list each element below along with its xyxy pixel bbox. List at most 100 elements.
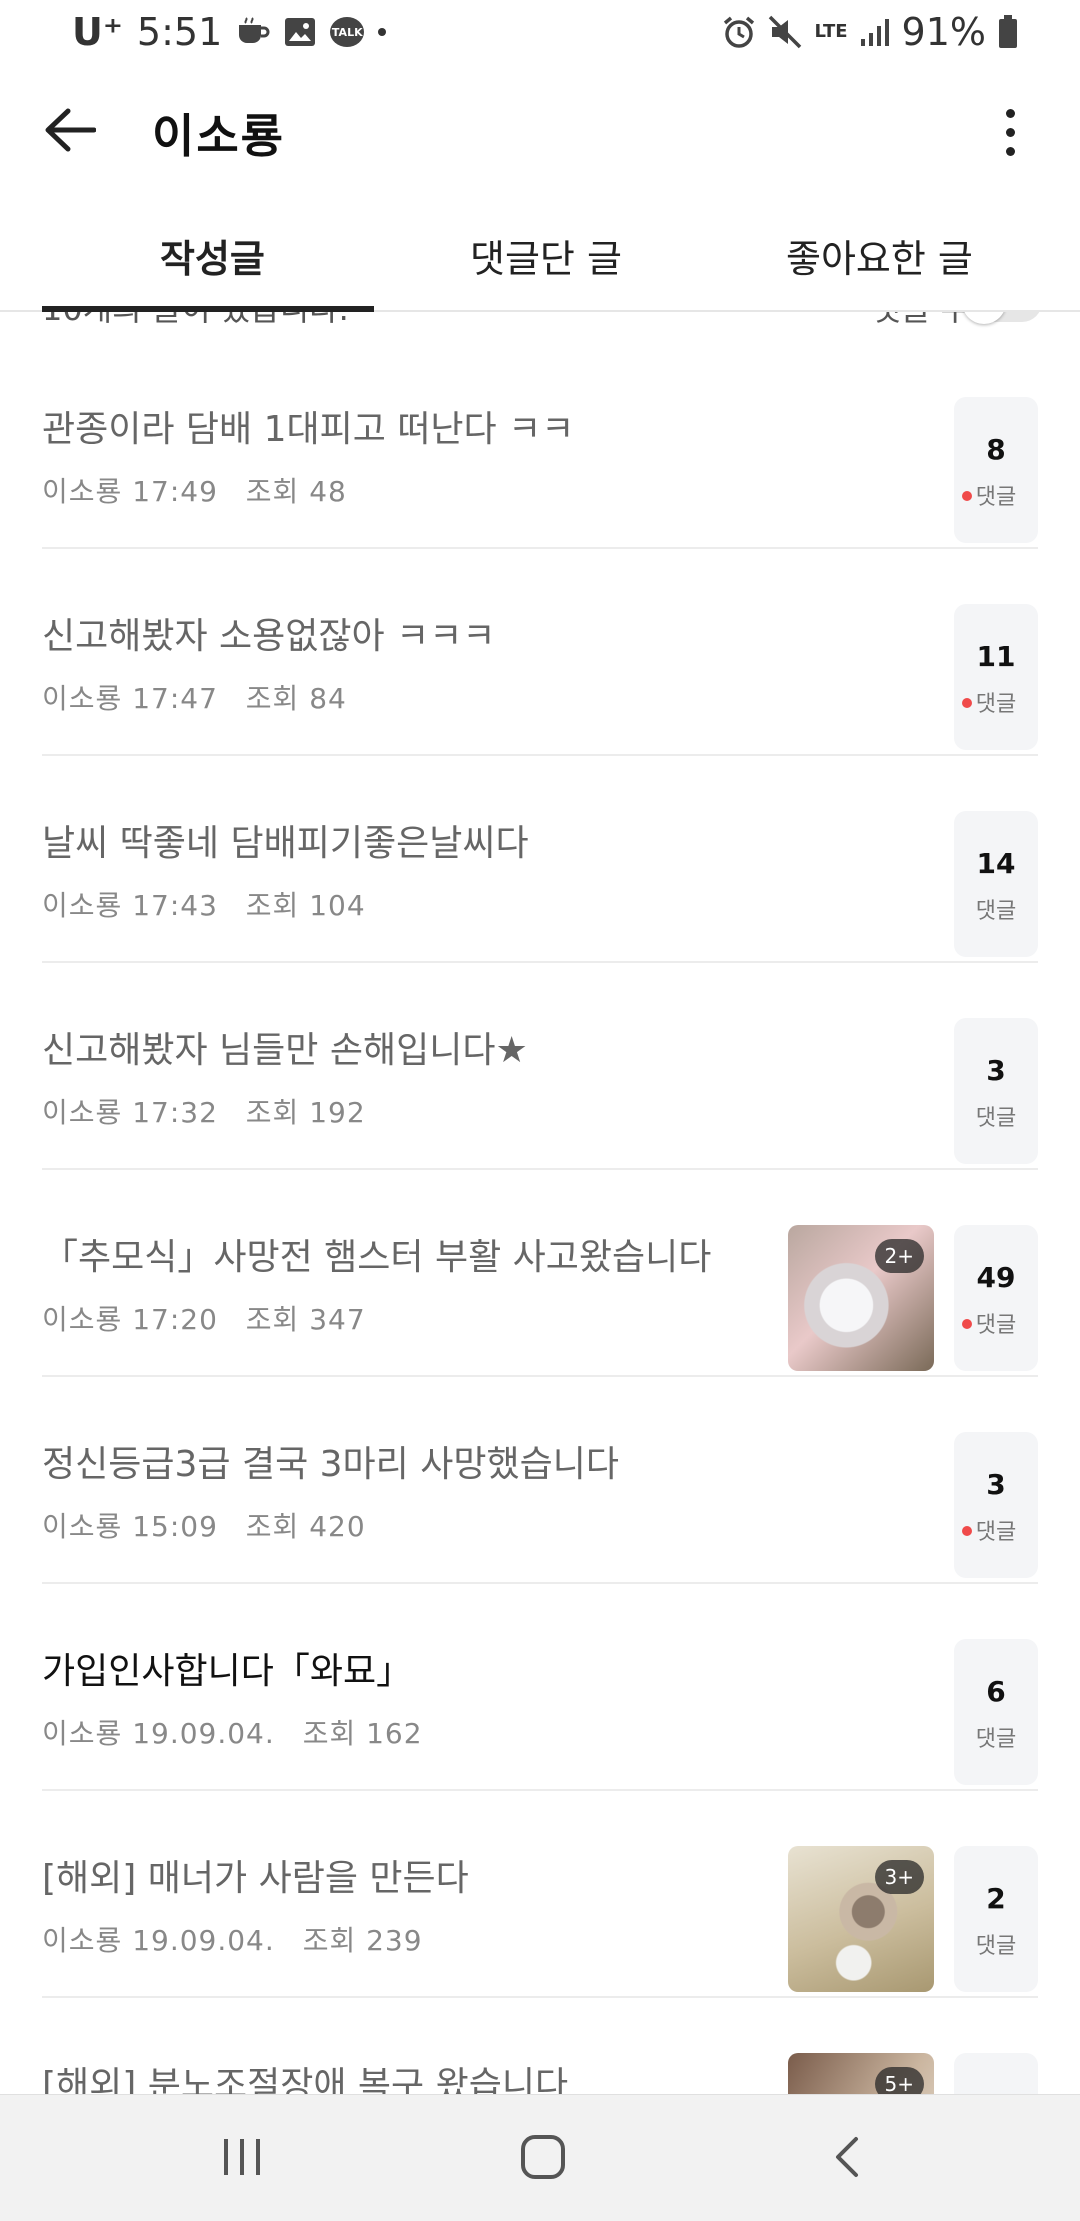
comment-label: 댓글 (975, 1106, 1017, 1131)
post-thumbnail[interactable]: 3+ (788, 1846, 934, 1992)
page-title: 이소룡 (152, 109, 285, 163)
battery-percent: 91% (901, 10, 986, 54)
post-meta: 이소룡 17:47 조회 84 (42, 677, 347, 717)
comment-count-button[interactable]: 6 댓글 (954, 1639, 1038, 1785)
comment-label: 댓글 (975, 1727, 1017, 1752)
post-time: 15:09 (132, 1510, 218, 1543)
comment-count: 3 (986, 1054, 1006, 1087)
post-author: 이소룡 (42, 1510, 123, 1543)
post-thumbnail[interactable]: 2+ (788, 1225, 934, 1371)
gallery-icon (284, 17, 316, 47)
post-meta: 이소룡 17:43 조회 104 (42, 884, 366, 924)
system-nav-bar (0, 2094, 1080, 2221)
recent-apps-icon (224, 2139, 260, 2175)
post-title: 신고해봤자 소용없잖아 ㅋㅋㅋ (42, 616, 496, 657)
home-button[interactable] (513, 2127, 573, 2187)
tab-my-posts[interactable]: 작성글 (160, 228, 265, 283)
comment-label: 댓글 (975, 1934, 1017, 1959)
more-options-button[interactable] (980, 100, 1040, 164)
comment-label: 댓글 (975, 899, 1017, 924)
lte-icon: LTE (814, 21, 848, 42)
kakaotalk-icon: TALK (330, 17, 365, 47)
coffee-icon (236, 17, 270, 47)
comment-count-button[interactable]: 8 댓글 (954, 397, 1038, 543)
comment-count: 6 (986, 1675, 1006, 1708)
image-count-badge: 2+ (874, 1239, 924, 1273)
more-notifications-icon (378, 28, 387, 36)
comment-count-button[interactable]: 2 댓글 (954, 1846, 1038, 1992)
list-item[interactable]: 신고해봤자 소용없잖아 ㅋㅋㅋ 이소룡 17:47 조회 84 11 댓글 (42, 549, 1038, 756)
comment-label: 댓글 (975, 1520, 1017, 1545)
list-item[interactable]: 「추모식」사망전 햄스터 부활 사고왔습니다 이소룡 17:20 조회 347 … (42, 1170, 1038, 1377)
comment-count-button[interactable]: 11 댓글 (954, 604, 1038, 750)
arrow-left-icon (45, 108, 96, 152)
post-meta: 이소룡 17:32 조회 192 (42, 1091, 366, 1131)
post-title: [해외] 매너가 사람을 만든다 (42, 1858, 469, 1899)
list-item[interactable]: 관종이라 담배 1대피고 떠난다 ㅋㅋ 이소룡 17:49 조회 48 8 댓글 (42, 342, 1038, 549)
post-title: 신고해봤자 님들만 손해입니다★ (42, 1030, 528, 1071)
chevron-left-icon (836, 2137, 858, 2177)
tab-liked-posts[interactable]: 좋아요한 글 (786, 228, 973, 283)
recent-apps-button[interactable] (212, 2127, 272, 2187)
comment-count-button[interactable]: 3 댓글 (954, 1432, 1038, 1578)
post-meta: 이소룡 19.09.04. 조회 239 (42, 1919, 423, 1959)
comment-count-button[interactable]: 49 댓글 (954, 1225, 1038, 1371)
post-time: 17:20 (132, 1303, 218, 1336)
post-views: 조회 162 (302, 1717, 423, 1750)
comment-label: 댓글 (975, 1313, 1017, 1338)
clock: 5:51 (136, 10, 223, 54)
post-time: 17:32 (132, 1096, 218, 1129)
alarm-icon (722, 15, 756, 49)
comment-count-button[interactable]: 3 댓글 (954, 1018, 1038, 1164)
list-item[interactable]: [해외] 매너가 사람을 만든다 이소룡 19.09.04. 조회 239 3+… (42, 1791, 1038, 1998)
post-title: 「추모식」사망전 햄스터 부활 사고왔습니다 (42, 1237, 712, 1278)
mute-icon (768, 15, 802, 49)
tab-commented-posts[interactable]: 댓글단 글 (470, 228, 622, 283)
post-time: 19.09.04. (132, 1717, 275, 1750)
post-author: 이소룡 (42, 1096, 123, 1129)
post-views: 조회 192 (245, 1096, 366, 1129)
list-item[interactable]: 정신등급3급 결국 3마리 사망했습니다 이소룡 15:09 조회 420 3 … (42, 1377, 1038, 1584)
post-views: 조회 104 (245, 889, 366, 922)
app-header: 이소룡 (0, 64, 1080, 200)
post-views: 조회 48 (245, 475, 347, 508)
tab-indicator (42, 306, 374, 312)
post-author: 이소룡 (42, 475, 123, 508)
post-author: 이소룡 (42, 1303, 123, 1336)
post-time: 17:49 (132, 475, 218, 508)
post-meta: 이소룡 17:49 조회 48 (42, 470, 347, 510)
more-vert-icon (1005, 108, 1015, 118)
comment-count: 8 (986, 433, 1006, 466)
list-item[interactable]: 날씨 딱좋네 담배피기좋은날씨다 이소룡 17:43 조회 104 14 댓글 (42, 756, 1038, 963)
post-meta: 이소룡 15:09 조회 420 (42, 1505, 366, 1545)
post-meta: 이소룡 17:20 조회 347 (42, 1298, 366, 1338)
post-author: 이소룡 (42, 889, 123, 922)
comment-count-button[interactable]: 14 댓글 (954, 811, 1038, 957)
signal-icon (860, 17, 890, 47)
post-views: 조회 84 (245, 682, 347, 715)
post-views: 조회 420 (245, 1510, 366, 1543)
comment-count: 3 (986, 1468, 1006, 1501)
comment-count: 49 (976, 1261, 1016, 1294)
post-time: 17:43 (132, 889, 218, 922)
comment-label: 댓글 (975, 692, 1017, 717)
post-views: 조회 239 (302, 1924, 423, 1957)
system-back-button[interactable] (818, 2127, 878, 2187)
home-icon (521, 2135, 565, 2179)
post-list: 관종이라 담배 1대피고 떠난다 ㅋㅋ 이소룡 17:49 조회 48 8 댓글… (0, 342, 1080, 2205)
tab-bar: 작성글 댓글단 글 좋아요한 글 (0, 200, 1080, 312)
post-title: 정신등급3급 결국 3마리 사망했습니다 (42, 1444, 619, 1485)
post-title: 날씨 딱좋네 담배피기좋은날씨다 (42, 823, 529, 864)
list-item[interactable]: 신고해봤자 님들만 손해입니다★ 이소룡 17:32 조회 192 3 댓글 (42, 963, 1038, 1170)
post-views: 조회 347 (245, 1303, 366, 1336)
comment-count: 11 (976, 640, 1016, 673)
post-title: 가입인사합니다「와묘」 (42, 1651, 413, 1692)
comment-count: 2 (986, 1882, 1006, 1915)
carrier-label: U⁺ (72, 10, 123, 54)
back-button[interactable] (40, 100, 100, 160)
image-count-badge: 3+ (874, 1860, 924, 1894)
status-bar: U⁺ 5:51 TALK LTE 91% (0, 0, 1080, 64)
post-time: 19.09.04. (132, 1924, 275, 1957)
post-time: 17:47 (132, 682, 218, 715)
list-item[interactable]: 가입인사합니다「와묘」 이소룡 19.09.04. 조회 162 6 댓글 (42, 1584, 1038, 1791)
